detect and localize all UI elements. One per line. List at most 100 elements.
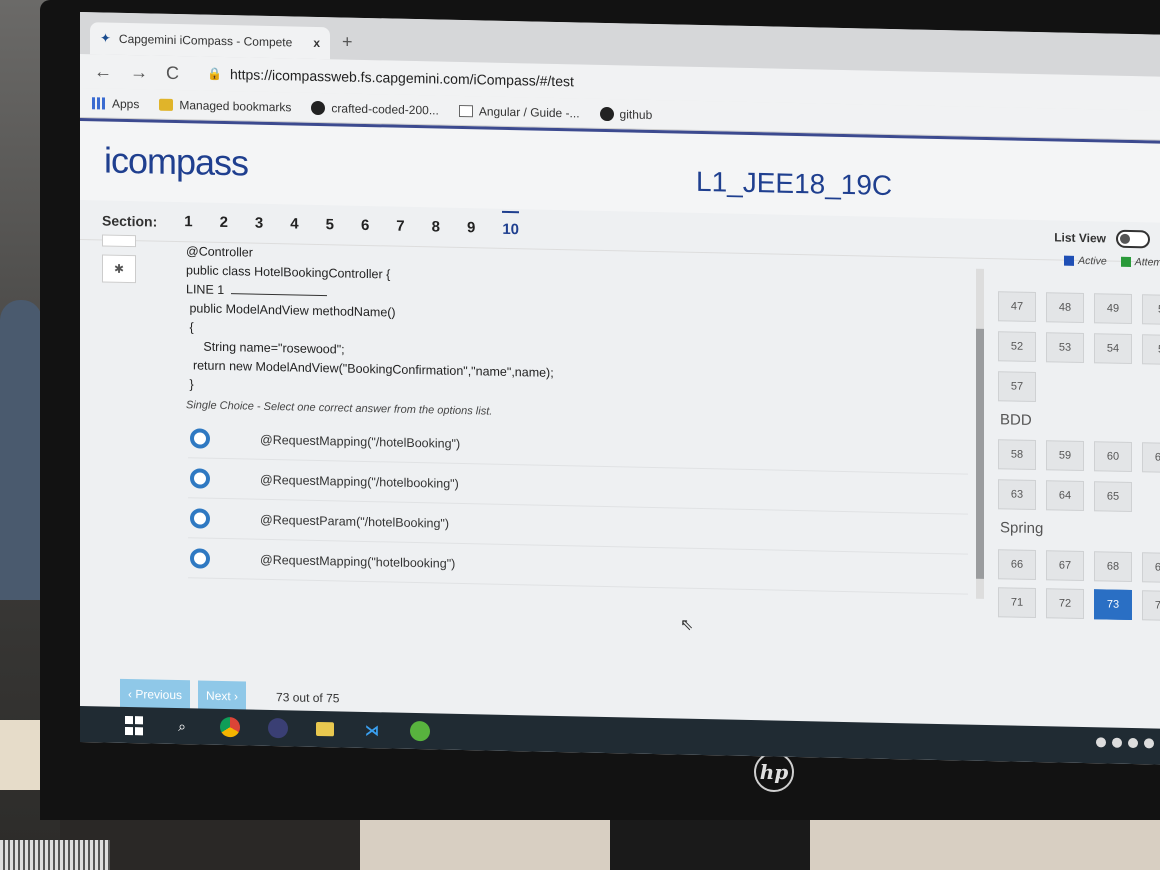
section-tab-2[interactable]: 2 [220,214,228,231]
section-label: Section: [102,211,158,230]
question-cell[interactable]: 65 [1094,481,1132,513]
section-tab-1[interactable]: 1 [184,213,192,230]
question-area: ✱ @Controller public class HotelBookingCo… [80,234,970,679]
url-field[interactable]: 🔒 https://icompassweb.fs.capgemini.com/i… [207,66,574,90]
tray-icon[interactable] [1144,738,1154,749]
browser-tab[interactable]: ✦ Capgemini iCompass - Compete x [90,22,330,60]
side-button-top[interactable] [102,234,136,248]
section-tab-8[interactable]: 8 [432,218,440,235]
close-tab-icon[interactable]: x [313,36,320,50]
scrollbar-thumb[interactable] [976,328,984,579]
radio-button[interactable] [190,427,210,449]
next-button[interactable]: Next › [198,680,247,712]
palette-row: 66 67 68 69 [998,549,1160,584]
radio-button[interactable] [190,547,210,569]
tray-icon[interactable] [1112,737,1122,748]
mouse-cursor-icon: ⇖ [680,616,694,634]
question-cell[interactable]: 68 [1094,551,1132,583]
legend-attempted: Attemp [1120,256,1160,269]
eclipse-icon[interactable] [268,717,288,739]
bookmark-angular[interactable]: Angular / Guide -... [458,103,580,120]
section-tab-9[interactable]: 9 [467,219,475,236]
list-view-label: List View [1054,230,1106,246]
github-icon [311,100,326,115]
question-cell[interactable]: 72 [1046,588,1084,620]
list-view-toggle[interactable] [1116,229,1150,249]
monitor-stand [610,820,810,870]
apps-icon [92,96,106,110]
test-page: icompass L1_JEE18_19C Section: 1 2 3 4 5… [80,118,1160,729]
file-explorer-icon[interactable] [316,721,334,737]
question-cell[interactable]: 48 [1046,292,1084,324]
legend-swatch [1120,257,1131,268]
reload-icon[interactable]: C [166,62,179,83]
question-cell[interactable]: 57 [998,371,1036,403]
question-cell[interactable]: 59 [1046,440,1084,472]
question-cell[interactable]: 49 [1094,293,1132,325]
question-cell[interactable]: 60 [1094,441,1132,473]
question-cell[interactable]: 74 [1142,590,1160,622]
question-cell[interactable]: 47 [998,291,1036,323]
question-cell[interactable]: 69 [1142,552,1160,584]
list-view-control: List View [1054,228,1150,249]
tray-icon[interactable] [1128,737,1138,749]
question-cell[interactable]: 66 [998,549,1036,581]
question-palette: Active Attemp 47 48 49 5 52 53 54 5 57 B… [976,255,1160,645]
bookmark-apps[interactable]: Apps [92,96,139,111]
radio-button[interactable] [190,507,210,529]
palette-row: 63 64 65 [998,479,1132,513]
question-cell[interactable]: 58 [998,439,1036,471]
previous-button[interactable]: ‹ Previous [120,678,191,711]
capgemini-favicon-icon: ✦ [100,30,111,46]
question-cell[interactable]: 52 [998,331,1036,363]
section-tab-10[interactable]: 10 [502,210,520,239]
tab-title: Capgemini iCompass - Compete [118,31,293,50]
section-tab-3[interactable]: 3 [255,215,263,232]
spring-tool-icon[interactable] [410,720,430,742]
flag-bug-icon[interactable]: ✱ [102,254,136,284]
option-text: @RequestParam("/hotelBooking") [260,512,450,531]
test-title: L1_JEE18_19C [696,165,893,202]
bookmark-github[interactable]: github [599,106,652,121]
bookmark-managed[interactable]: Managed bookmarks [159,97,291,114]
legend-swatch [1064,255,1075,267]
chrome-icon[interactable] [220,716,240,738]
question-cell[interactable]: 54 [1094,333,1132,365]
question-cell[interactable]: 67 [1046,550,1084,582]
url-text: https://icompassweb.fs.capgemini.com/iCo… [229,66,574,90]
lock-icon: 🔒 [207,66,222,81]
question-cell[interactable]: 5 [1142,334,1160,366]
question-cell-current[interactable]: 73 [1094,589,1132,621]
github-icon [599,106,614,121]
question-cell[interactable]: 61 [1142,442,1160,474]
palette-scrollbar[interactable] [976,268,984,599]
answer-blank [231,293,328,297]
folder-icon [159,98,174,111]
option-text: @RequestMapping("hotelbooking") [260,552,456,571]
windows-start-icon[interactable] [124,715,144,735]
section-tab-7[interactable]: 7 [396,218,404,235]
bookmark-crafted[interactable]: crafted-coded-200... [311,100,439,117]
question-cell[interactable]: 63 [998,479,1036,511]
section-tab-6[interactable]: 6 [361,217,369,234]
radio-button[interactable] [190,467,210,489]
group-label-spring: Spring [1000,519,1044,538]
search-icon[interactable]: ⌕ [172,716,192,736]
palette-row: 47 48 49 5 [998,291,1160,326]
options-list: @RequestMapping("/hotelBooking") @Reques… [188,418,968,595]
tray-icon[interactable] [1096,737,1106,748]
section-tab-5[interactable]: 5 [326,216,334,233]
back-arrow-icon[interactable]: ← [94,61,112,82]
palette-legend: Active Attemp [1064,255,1160,269]
new-tab-button[interactable]: + [342,31,353,52]
question-cell[interactable]: 71 [998,587,1036,619]
section-tab-4[interactable]: 4 [290,215,298,232]
question-cell[interactable]: 64 [1046,480,1084,512]
vscode-icon[interactable]: ⋊ [362,720,382,740]
option-text: @RequestMapping("/hotelBooking") [260,432,461,451]
question-counter: 73 out of 75 [276,690,340,706]
question-cell[interactable]: 5 [1142,294,1160,326]
forward-arrow-icon[interactable]: → [130,62,148,83]
hp-logo: hp [754,752,794,792]
question-cell[interactable]: 53 [1046,332,1084,364]
